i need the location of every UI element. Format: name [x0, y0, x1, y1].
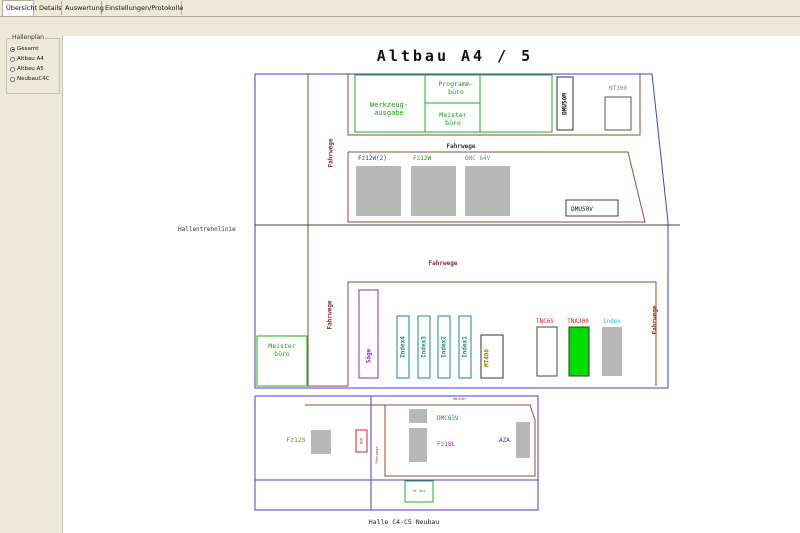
c4-hall-outline	[384, 404, 536, 477]
fz12w2-machine[interactable]	[356, 166, 401, 216]
saege-label: Säge	[366, 348, 373, 363]
dmc63v-machine-top[interactable]	[409, 409, 427, 423]
fz12w-machine[interactable]	[411, 166, 456, 216]
dmc64v-machine[interactable]	[465, 166, 510, 216]
small-green-label: DC Ana	[413, 489, 426, 493]
fahrwege-label-middle: Fahrwege	[429, 260, 458, 267]
index4-label: Index4	[400, 336, 407, 358]
fz18l-label: Fz18L	[437, 441, 455, 448]
fz12s-machine[interactable]	[311, 430, 331, 454]
dmc64v-label: DMC 64V	[465, 155, 491, 162]
index-machine[interactable]	[602, 327, 622, 376]
fz12s-label: Fz12S	[286, 436, 306, 444]
fahrwege-label-lower-left: Fahrwege	[327, 300, 334, 329]
plan-title: Altbau A4 / 5	[377, 47, 533, 65]
tna300-machine[interactable]	[568, 326, 590, 377]
dmu50v-label: DMU50V	[571, 206, 593, 213]
nt300-machine[interactable]	[604, 96, 632, 131]
small-top-label: Winter	[454, 397, 467, 401]
fz12w-label: Fz12W	[413, 155, 431, 162]
dmc63v-machine[interactable]	[409, 428, 427, 462]
index1-label: Index1	[462, 336, 469, 358]
small-red-label: NSD	[360, 438, 364, 444]
fahrwege-label-left: Fahrwege	[328, 138, 335, 167]
aza-label: AZA	[499, 437, 510, 444]
fahrwege-label-c4: Fahrwege	[375, 447, 379, 464]
programm-buero-label: Programm-büro	[438, 80, 473, 96]
meister-buero-left-label: Meister büro	[268, 342, 295, 358]
dmu50m-label: DMU50M	[562, 93, 569, 115]
nt300-label: NT300	[609, 85, 627, 92]
tnc65-label: TNC65	[536, 318, 554, 325]
fz12w2-label: Fz12W(2)	[358, 155, 387, 162]
index3-label: Index3	[421, 336, 428, 358]
aza-machine[interactable]	[516, 422, 530, 458]
building-outline-c4	[254, 395, 539, 511]
footer-label: Halle C4-C5 Neubau	[369, 518, 440, 526]
meister-buero-top-label: Meister büro	[439, 111, 466, 127]
dmc63v-label: DMC63V	[437, 415, 459, 422]
hall-plan-svg: Altbau A4 / 5 Hallentrennlinie Programm-…	[178, 47, 680, 526]
werkzeug-label: Werkzeug-ausgabe	[370, 101, 408, 117]
fahrwege-label-top: Fahrwege	[447, 143, 476, 150]
fahrwege-label-right: Fahrwege	[652, 305, 659, 334]
blank-room	[479, 74, 553, 133]
tna300-label: TNA300	[567, 318, 589, 325]
hallentrennlinie-label: Hallentrennlinie	[178, 226, 236, 233]
mt400-label: MT400	[484, 349, 491, 367]
saege-machine[interactable]	[358, 289, 379, 379]
tnc65-machine[interactable]	[536, 326, 558, 377]
index-label: Index	[603, 318, 621, 325]
index2-label: Index2	[441, 336, 448, 358]
